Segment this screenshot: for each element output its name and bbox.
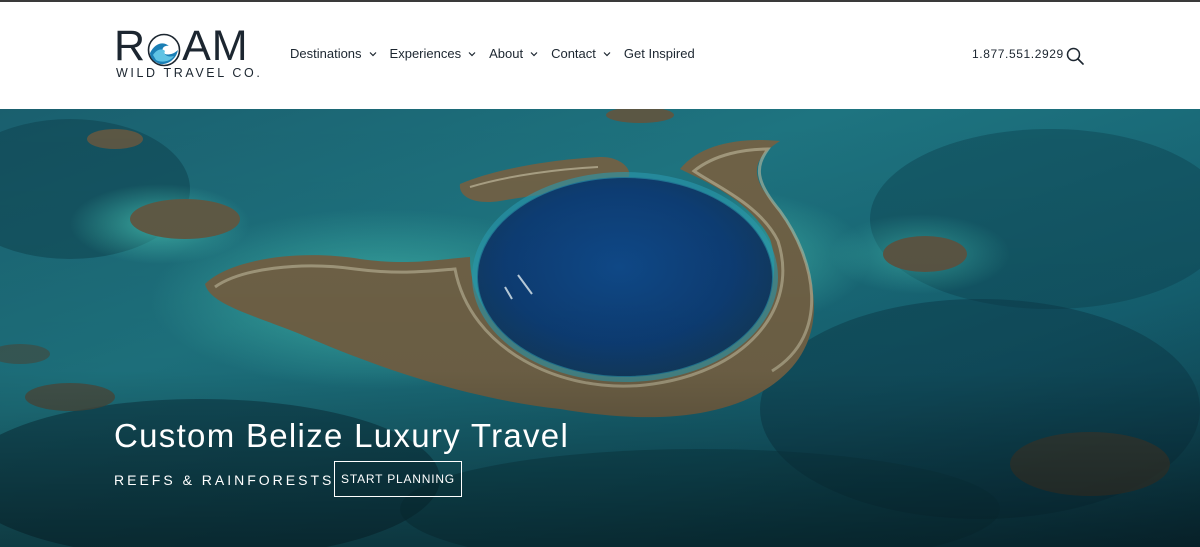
brand-letter-r: R <box>114 22 147 70</box>
chevron-down-icon <box>468 51 476 56</box>
nav-item-label: Contact <box>551 46 596 61</box>
wave-logo-icon <box>147 29 181 67</box>
nav-item-about[interactable]: About <box>489 46 538 61</box>
chevron-down-icon <box>369 51 376 56</box>
brand-logo[interactable]: R AM WILD TRAVEL CO. <box>114 22 264 86</box>
nav-item-destinations[interactable]: Destinations <box>290 46 377 61</box>
nav-item-label: Get Inspired <box>623 46 695 61</box>
main-nav: Destinations Experiences About Contact G… <box>290 46 708 61</box>
brand-tagline: WILD TRAVEL CO. <box>116 66 263 80</box>
nav-item-contact[interactable]: Contact <box>551 46 611 61</box>
search-button[interactable] <box>1066 47 1084 65</box>
nav-item-experiences[interactable]: Experiences <box>390 46 477 61</box>
phone-link[interactable]: 1.877.551.2929 <box>972 47 1064 61</box>
brand-letters-am: AM <box>182 22 249 70</box>
search-icon <box>1066 47 1084 65</box>
hero-subtitle: REEFS & RAINFORESTS <box>114 472 335 488</box>
chevron-down-icon <box>603 51 611 56</box>
brand-wordmark: R AM <box>114 22 249 70</box>
nav-item-get-inspired[interactable]: Get Inspired <box>624 46 695 61</box>
nav-item-label: Experiences <box>389 46 462 61</box>
nav-item-label: Destinations <box>290 46 362 61</box>
start-planning-button[interactable]: START PLANNING <box>334 461 462 497</box>
nav-item-label: About <box>489 46 524 61</box>
hero-banner: Custom Belize Luxury Travel REEFS & RAIN… <box>0 109 1200 547</box>
chevron-down-icon <box>530 51 538 56</box>
site-header: R AM WILD TRAVEL CO. Destinations Experi… <box>0 2 1200 109</box>
hero-title: Custom Belize Luxury Travel <box>114 417 570 454</box>
